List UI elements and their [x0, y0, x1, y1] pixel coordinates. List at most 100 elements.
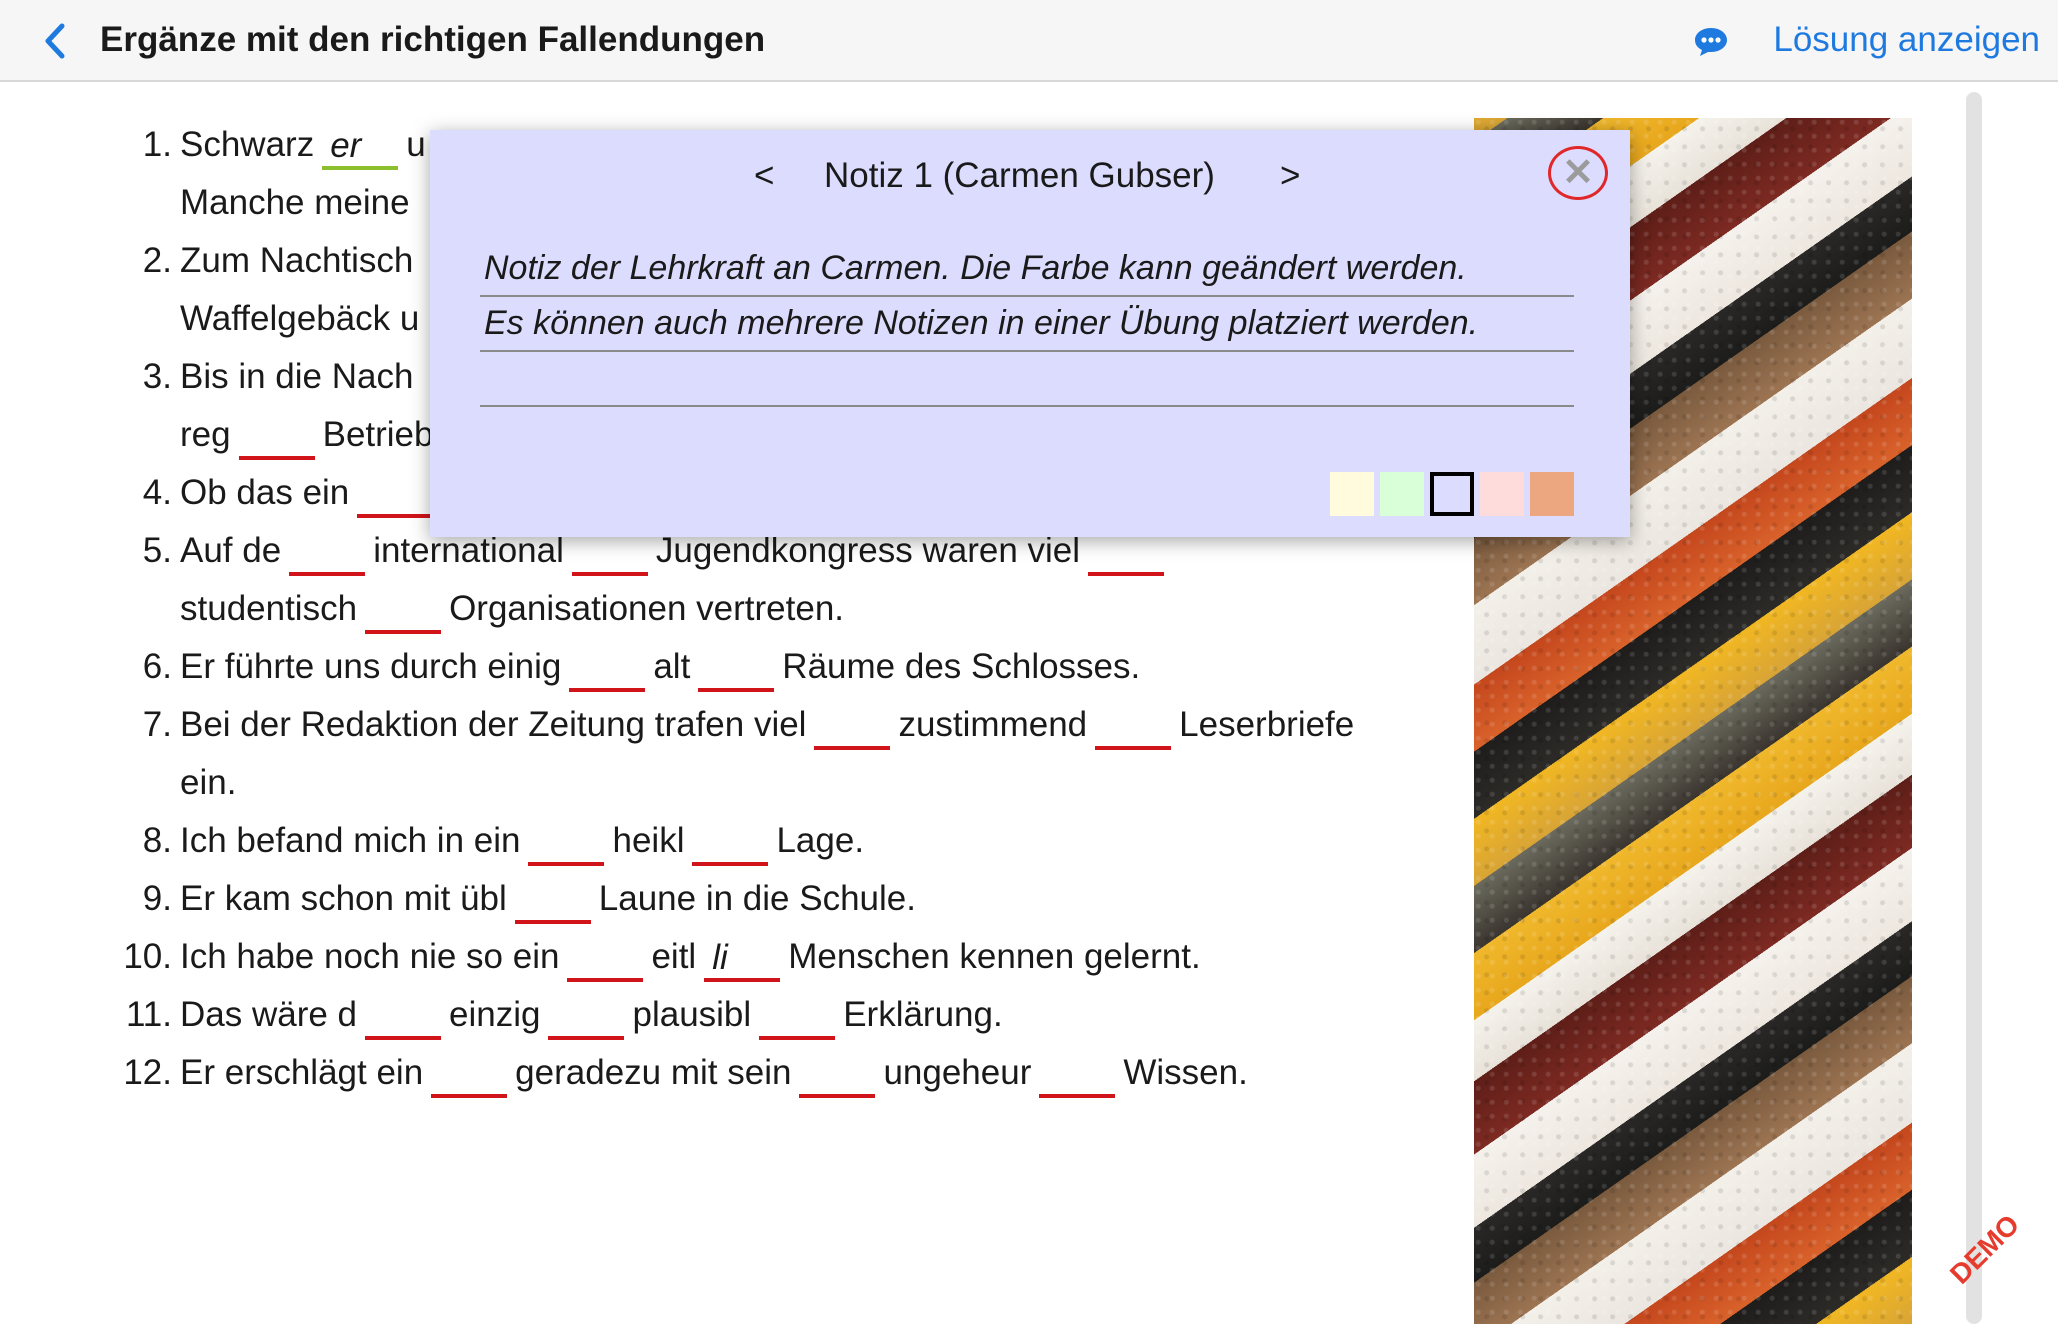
blank-input[interactable]: [759, 992, 836, 1040]
blank-input[interactable]: [238, 412, 315, 460]
note-text-area[interactable]: Notiz der Lehrkraft an Carmen. Die Farbe…: [480, 242, 1574, 407]
item-text: studentisch: [180, 589, 358, 628]
item-number: 7.: [142, 705, 172, 744]
item-text: ein.: [180, 763, 237, 802]
item-text: Er kam schon mit übl: [180, 879, 507, 918]
item-text: zustimmend: [898, 705, 1088, 744]
note-line[interactable]: Notiz der Lehrkraft an Carmen. Die Farbe…: [480, 242, 1574, 297]
note-dialog: < Notiz 1 (Carmen Gubser) > ✕ Notiz der …: [430, 130, 1630, 537]
list-item: 8. Ich befand mich in ein heikl Lage.: [110, 812, 1460, 870]
item-text: ungeheur: [883, 1053, 1032, 1092]
item-text: Organisationen vertreten.: [449, 589, 845, 628]
blank-input[interactable]: [528, 818, 605, 866]
item-text: Ich habe noch nie so ein: [180, 937, 560, 976]
color-swatch-green[interactable]: [1380, 472, 1424, 516]
blank-input[interactable]: [548, 992, 625, 1040]
list-item: 6. Er führte uns durch einig alt Räume des…: [110, 638, 1460, 696]
item-number: 9.: [142, 879, 172, 918]
item-text: Erklärung.: [843, 995, 1003, 1034]
chevron-left-icon[interactable]: [38, 22, 72, 60]
blank-input[interactable]: [692, 818, 769, 866]
blank-input[interactable]: [799, 1050, 876, 1098]
blank-input[interactable]: [431, 1050, 508, 1098]
item-text: Räume des Schlosses.: [782, 647, 1141, 686]
chat-bubble-icon[interactable]: [1693, 26, 1729, 58]
page-title: Ergänze mit den richtigen Fallendungen: [100, 20, 766, 59]
item-text: Manche meine: [180, 183, 410, 222]
blank-input[interactable]: [289, 528, 366, 576]
item-number: 4.: [142, 473, 172, 512]
color-swatch-lavender[interactable]: [1430, 472, 1474, 516]
item-text: Er erschlägt ein: [180, 1053, 424, 1092]
list-item: 10. Ich habe noch nie so ein eitl li Mensch…: [110, 928, 1460, 986]
blank-input[interactable]: [365, 586, 442, 634]
item-text: Ich befand mich in ein: [180, 821, 521, 860]
color-picker: [1330, 472, 1574, 518]
item-number: 8.: [142, 821, 172, 860]
blank-input[interactable]: [1095, 702, 1172, 750]
item-number: 11.: [125, 995, 172, 1034]
demo-watermark: DEMO: [1944, 1208, 2026, 1290]
item-text: eitl: [651, 937, 697, 976]
blank-input[interactable]: [357, 470, 434, 518]
item-text: Bis in die Nach: [180, 357, 414, 396]
item-text: Lage.: [776, 821, 865, 860]
header-bar: Ergänze mit den richtigen Fallendungen L…: [0, 0, 2058, 82]
next-note-button[interactable]: >: [1280, 154, 1300, 198]
item-text: plausibl: [632, 995, 752, 1034]
item-text: Bei der Redaktion der Zeitung trafen vie…: [180, 705, 807, 744]
color-swatch-yellow[interactable]: [1330, 472, 1374, 516]
item-text: Betrieb: [322, 415, 434, 454]
item-text: Auf de: [180, 531, 282, 570]
item-text: Ob das ein: [180, 473, 350, 512]
color-swatch-pink[interactable]: [1480, 472, 1524, 516]
item-number: 12.: [123, 1053, 172, 1092]
blank-input[interactable]: [698, 644, 775, 692]
blank-input[interactable]: er: [322, 122, 399, 170]
item-text: Das wäre d: [180, 995, 358, 1034]
item-text: Wissen.: [1123, 1053, 1248, 1092]
blank-input[interactable]: li: [704, 934, 781, 982]
item-number: 6.: [142, 647, 172, 686]
item-text: Schwarz: [180, 125, 315, 164]
list-item: 5. Auf de international Jugendkongress war…: [110, 522, 1460, 638]
item-text: einzig: [449, 995, 541, 1034]
item-text: Zum Nachtisch: [180, 241, 414, 280]
blank-input[interactable]: [814, 702, 891, 750]
blank-input[interactable]: [569, 644, 646, 692]
note-line[interactable]: Es können auch mehrere Notizen in einer …: [480, 297, 1574, 352]
color-swatch-orange[interactable]: [1530, 472, 1574, 516]
close-highlight-circle: [1548, 146, 1608, 200]
item-text: Leserbriefe: [1179, 705, 1355, 744]
item-text: Er führte uns durch einig: [180, 647, 562, 686]
item-number: 5.: [142, 531, 172, 570]
item-text: reg: [180, 415, 231, 454]
scrollbar-thumb[interactable]: [1966, 92, 1982, 1324]
item-text: u: [406, 125, 426, 164]
note-title: Notiz 1 (Carmen Gubser): [824, 156, 1215, 195]
blank-value: li: [712, 938, 728, 977]
list-item: 9. Er kam schon mit übl Laune in die Schu…: [110, 870, 1460, 928]
blank-input[interactable]: [1039, 1050, 1116, 1098]
item-text: heikl: [612, 821, 685, 860]
previous-note-button[interactable]: <: [754, 154, 774, 198]
item-text: Menschen kennen gelernt.: [788, 937, 1201, 976]
item-number: 10.: [123, 937, 172, 976]
item-number: 3.: [142, 357, 172, 396]
list-item: 11. Das wäre d einzig plausibl Erklärung.: [110, 986, 1460, 1044]
blank-input[interactable]: [514, 876, 591, 924]
item-number: 2.: [142, 241, 172, 280]
item-number: 1.: [142, 125, 172, 164]
blank-value: er: [330, 126, 362, 165]
item-text: Laune in die Schule.: [598, 879, 916, 918]
item-text: Waffelgebäck u: [180, 299, 420, 338]
close-button[interactable]: ✕: [1548, 146, 1612, 204]
item-text: geradezu mit sein: [515, 1053, 792, 1092]
item-text: alt: [653, 647, 691, 686]
note-line[interactable]: [480, 352, 1574, 407]
blank-input[interactable]: [365, 992, 442, 1040]
list-item: 12. Er erschlägt ein geradezu mit sein ung…: [110, 1044, 1460, 1102]
show-solution-link[interactable]: Lösung anzeigen: [1773, 18, 2040, 62]
list-item: 7. Bei der Redaktion der Zeitung trafen …: [110, 696, 1460, 812]
blank-input[interactable]: [567, 934, 644, 982]
